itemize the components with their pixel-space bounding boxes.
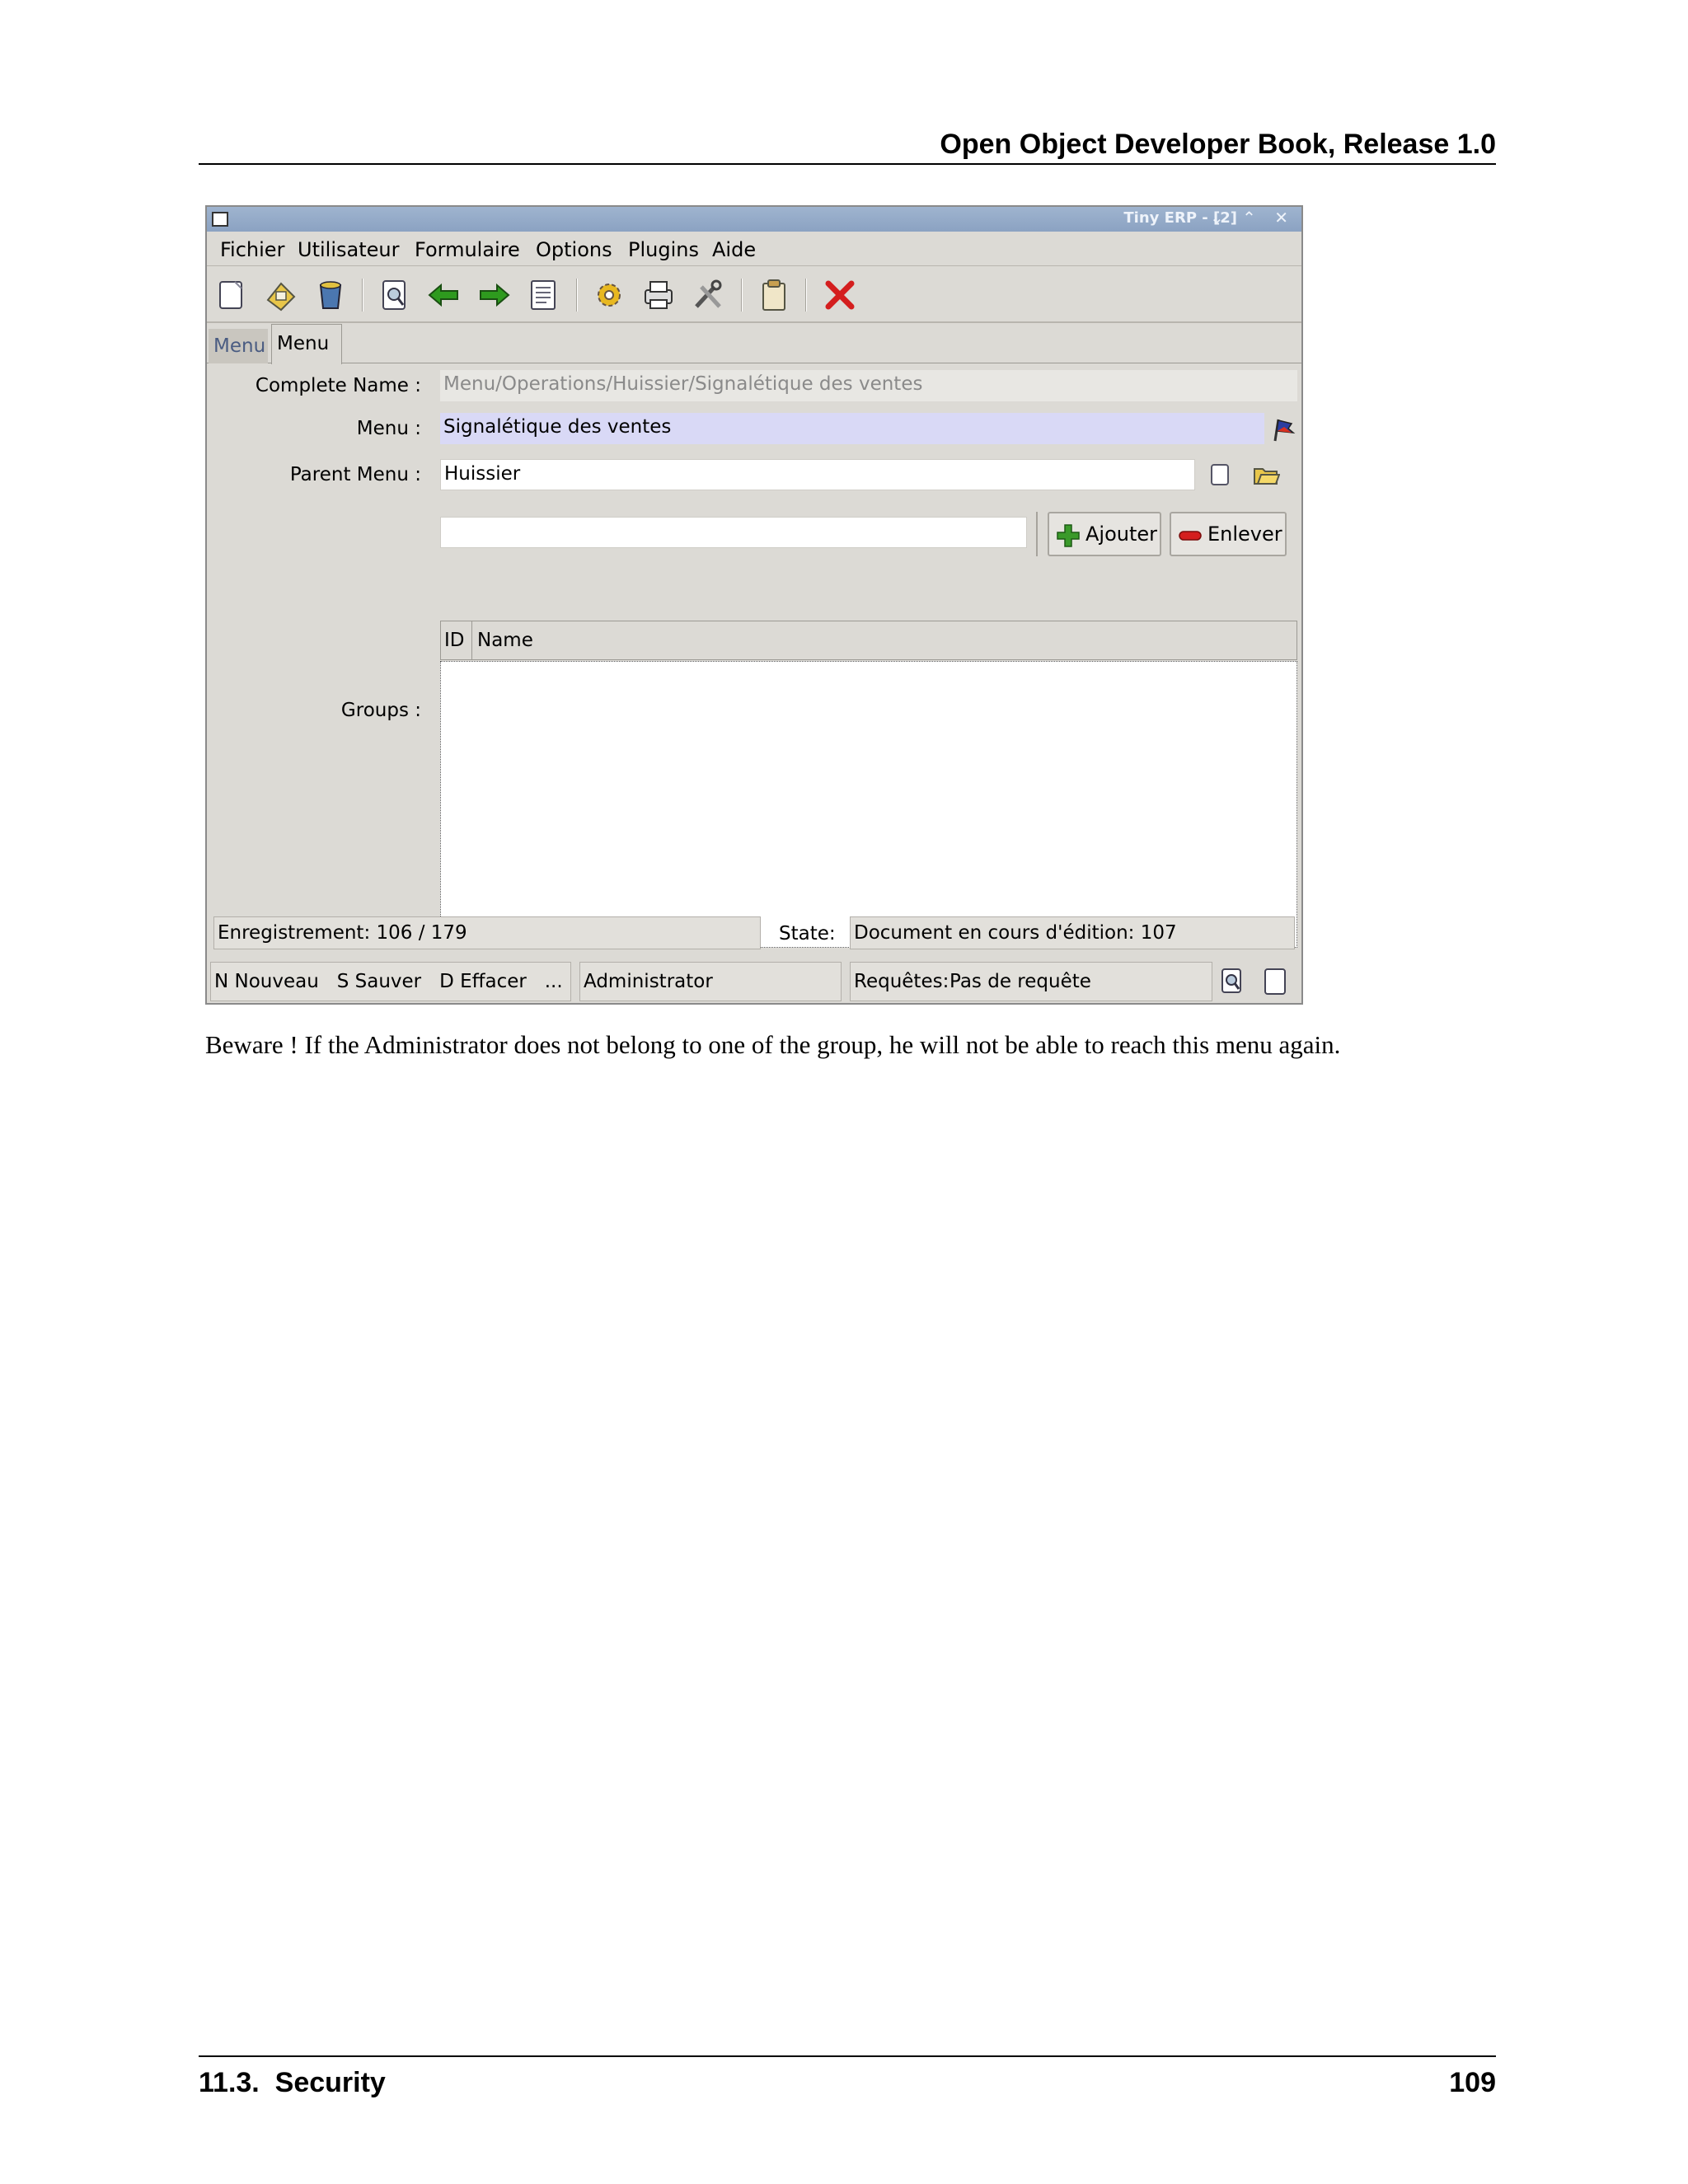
caption-text: Beware ! If the Administrator does not b…	[205, 1030, 1341, 1059]
translate-flag-icon[interactable]	[1270, 416, 1296, 443]
requests-label: Requêtes:	[854, 971, 950, 992]
parent-menu-input[interactable]: Huissier	[440, 459, 1195, 490]
save-icon[interactable]	[263, 277, 299, 313]
state-value: Document en cours d'édition: 107	[850, 916, 1295, 949]
toolbar-separator	[741, 279, 743, 312]
plus-icon	[1057, 524, 1080, 547]
parent-menu-label: Parent Menu :	[289, 464, 421, 485]
groups-search-input[interactable]	[440, 517, 1027, 548]
menu-plugins[interactable]: Plugins	[628, 238, 699, 261]
menu-utilisateur[interactable]: Utilisateur	[298, 238, 399, 261]
next-icon[interactable]	[476, 277, 512, 313]
menu-name-input[interactable]: Signalétique des ventes	[440, 413, 1264, 444]
tab-bar: Menu Menu	[207, 324, 1301, 364]
menu-fichier[interactable]: Fichier	[220, 238, 284, 261]
list-icon[interactable]	[525, 277, 561, 313]
record-status-bar: Enregistrement: 106 / 179 State: Documen…	[207, 913, 1301, 954]
requests-value: Pas de requête	[950, 971, 1091, 992]
toolbar-separator	[805, 279, 807, 312]
delete-icon[interactable]	[312, 277, 349, 313]
open-folder-icon[interactable]	[1252, 462, 1280, 487]
groups-table-header: ID Name	[440, 621, 1297, 660]
tab-menu-list[interactable]: Menu	[209, 329, 268, 363]
keyboard-shortcuts: N Nouveau S Sauver D Effacer ...	[210, 962, 571, 1001]
remove-group-button[interactable]: Enlever	[1170, 512, 1287, 556]
action-icon[interactable]	[591, 277, 627, 313]
add-group-label: Ajouter	[1085, 523, 1158, 546]
column-header-name[interactable]: Name	[477, 630, 533, 651]
menubar: Fichier Utilisateur Formulaire Options P…	[207, 232, 1301, 266]
menu-aide[interactable]: Aide	[712, 238, 756, 261]
column-header-id[interactable]: ID	[441, 621, 472, 659]
toolbar-separator	[576, 279, 578, 312]
attachment-icon[interactable]	[756, 277, 792, 313]
add-group-button[interactable]: Ajouter	[1048, 512, 1161, 556]
footer-section: 11.3. Security	[199, 2067, 386, 2098]
remove-group-label: Enlever	[1207, 523, 1282, 546]
state-label: State:	[779, 923, 836, 944]
complete-name-field: Menu/Operations/Huissier/Signalétique de…	[440, 370, 1297, 401]
toolbar	[207, 267, 1301, 323]
menu-options[interactable]: Options	[536, 238, 612, 261]
search-icon[interactable]	[377, 277, 413, 313]
new-request-icon[interactable]	[1260, 967, 1290, 996]
search-requests-icon[interactable]	[1217, 967, 1247, 996]
page-number: 109	[1449, 2067, 1496, 2098]
new-document-icon[interactable]	[1207, 462, 1232, 487]
book-title: Open Object Developer Book, Release 1.0	[940, 129, 1496, 160]
print-icon[interactable]	[640, 277, 677, 313]
tools-icon[interactable]	[690, 277, 726, 313]
menu-label: Menu :	[356, 418, 421, 439]
groups-label: Groups :	[340, 700, 421, 721]
search-separator	[1036, 512, 1038, 556]
toolbar-separator	[362, 279, 363, 312]
tab-menu-form[interactable]: Menu	[271, 324, 342, 364]
close-icon[interactable]	[822, 277, 858, 313]
minus-icon	[1179, 531, 1202, 541]
bottom-status-bar: N Nouveau S Sauver D Effacer ... Adminis…	[207, 958, 1301, 1003]
complete-name-label: Complete Name :	[255, 375, 421, 396]
menu-formulaire[interactable]: Formulaire	[415, 238, 520, 261]
window-menu-icon[interactable]	[212, 212, 228, 227]
requests-box: Requêtes: Pas de requête	[850, 962, 1212, 1001]
current-user: Administrator	[579, 962, 842, 1001]
previous-icon[interactable]	[426, 277, 462, 313]
window-controls[interactable]: ⌄ ⌃ ✕	[1210, 208, 1295, 227]
groups-table-body[interactable]	[440, 661, 1297, 948]
record-counter: Enregistrement: 106 / 179	[213, 916, 761, 949]
page-header: Open Object Developer Book, Release 1.0	[199, 122, 1496, 165]
erp-window: Tiny ERP - [2] ⌄ ⌃ ✕ Fichier Utilisateur…	[205, 205, 1303, 1005]
window-titlebar[interactable]: Tiny ERP - [2] ⌄ ⌃ ✕	[207, 207, 1301, 232]
page-footer: 11.3. Security 109	[199, 2055, 1496, 2105]
new-icon[interactable]	[213, 277, 250, 313]
